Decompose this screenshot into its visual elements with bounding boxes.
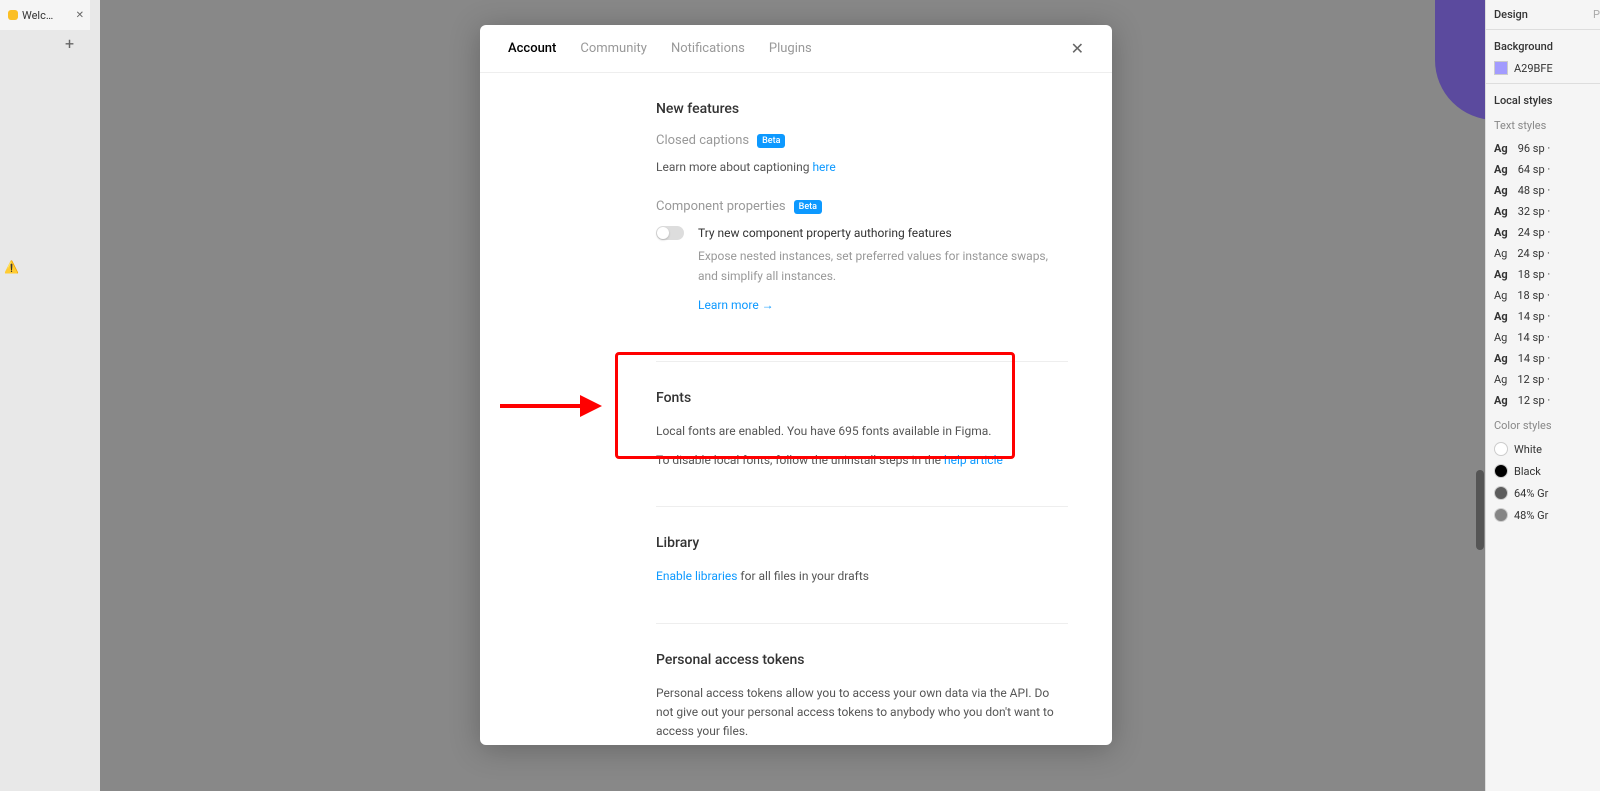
color-style-item[interactable]: Black — [1494, 464, 1600, 478]
file-tab[interactable]: Welc… ✕ — [0, 0, 90, 30]
text-style-item[interactable]: Ag14 sp · — [1494, 310, 1600, 323]
library-heading: Library — [656, 535, 1068, 551]
enable-libraries-link[interactable]: Enable libraries — [656, 569, 737, 583]
help-article-link[interactable]: help article — [944, 453, 1003, 467]
file-tab-label: Welc… — [22, 9, 53, 22]
design-tab[interactable]: Design P — [1494, 8, 1600, 21]
tab-account[interactable]: Account — [508, 41, 556, 56]
canvas-scrollbar[interactable] — [1476, 470, 1484, 550]
modal-tabs: Account Community Notifications Plugins … — [480, 25, 1112, 73]
fonts-heading: Fonts — [656, 390, 1068, 406]
text-styles-label: Text styles — [1494, 119, 1600, 132]
tab-community[interactable]: Community — [580, 41, 647, 56]
tab-notifications[interactable]: Notifications — [671, 41, 745, 56]
close-modal-button[interactable]: ✕ — [1071, 39, 1084, 58]
divider — [656, 361, 1068, 362]
beta-badge: Beta — [757, 134, 785, 148]
fonts-disable-text: To disable local fonts, follow the unins… — [656, 451, 1068, 470]
settings-modal: Account Community Notifications Plugins … — [480, 25, 1112, 745]
toggle-desc: Expose nested instances, set preferred v… — [698, 247, 1068, 285]
component-toggle[interactable] — [656, 226, 684, 240]
fonts-status: Local fonts are enabled. You have 695 fo… — [656, 422, 1068, 441]
annotation-arrow — [500, 395, 610, 415]
divider — [656, 623, 1068, 624]
file-icon — [8, 10, 18, 20]
background-label: Background — [1494, 40, 1600, 53]
component-props-row: Component properties Beta — [656, 199, 1068, 214]
local-styles-label: Local styles — [1494, 94, 1600, 107]
text-style-item[interactable]: Ag12 sp · — [1494, 394, 1600, 407]
learn-more-link[interactable]: Learn more → — [698, 298, 774, 312]
captions-link[interactable]: here — [812, 160, 835, 174]
text-style-item[interactable]: Ag32 sp · — [1494, 205, 1600, 218]
text-style-item[interactable]: Ag14 sp · — [1494, 352, 1600, 365]
divider — [656, 506, 1068, 507]
color-styles-label: Color styles — [1494, 419, 1600, 432]
captions-text: Learn more about captioning here — [656, 158, 1068, 177]
color-style-item[interactable]: 64% Gr — [1494, 486, 1600, 500]
new-features-heading: New features — [656, 101, 1068, 117]
text-style-item[interactable]: Ag24 sp · — [1494, 226, 1600, 239]
tab-plugins[interactable]: Plugins — [769, 41, 812, 56]
library-text: Enable libraries for all files in your d… — [656, 567, 1068, 586]
component-toggle-row: Try new component property authoring fea… — [656, 224, 1068, 325]
tokens-desc: Personal access tokens allow you to acce… — [656, 684, 1068, 742]
text-style-item[interactable]: Ag18 sp · — [1494, 289, 1600, 302]
color-swatch — [1494, 61, 1508, 75]
right-panel: Design P Background A29BFE Local styles … — [1485, 0, 1600, 791]
text-style-item[interactable]: Ag14 sp · — [1494, 331, 1600, 344]
new-tab-button[interactable]: + — [65, 34, 74, 53]
text-style-item[interactable]: Ag18 sp · — [1494, 268, 1600, 281]
fonts-section: Fonts Local fonts are enabled. You have … — [656, 390, 1068, 470]
text-style-item[interactable]: Ag96 sp · — [1494, 142, 1600, 155]
color-style-item[interactable]: 48% Gr — [1494, 508, 1600, 522]
text-style-item[interactable]: Ag64 sp · — [1494, 163, 1600, 176]
close-icon[interactable]: ✕ — [76, 10, 84, 21]
color-style-item[interactable]: White — [1494, 442, 1600, 456]
background-color[interactable]: A29BFE — [1494, 61, 1600, 75]
library-section: Library Enable libraries for all files i… — [656, 535, 1068, 586]
text-style-item[interactable]: Ag24 sp · — [1494, 247, 1600, 260]
tokens-section: Personal access tokens Personal access t… — [656, 652, 1068, 746]
text-style-item[interactable]: Ag12 sp · — [1494, 373, 1600, 386]
new-features-section: New features Closed captions Beta Learn … — [656, 101, 1068, 325]
beta-badge: Beta — [794, 200, 822, 214]
warning-icon: ⚠️ — [4, 260, 19, 274]
text-style-item[interactable]: Ag48 sp · — [1494, 184, 1600, 197]
toggle-title: Try new component property authoring fea… — [698, 224, 1068, 243]
closed-captions-row: Closed captions Beta — [656, 133, 1068, 148]
left-panel: Welc… ✕ + ⚠️ — [0, 0, 100, 791]
tokens-heading: Personal access tokens — [656, 652, 1068, 668]
